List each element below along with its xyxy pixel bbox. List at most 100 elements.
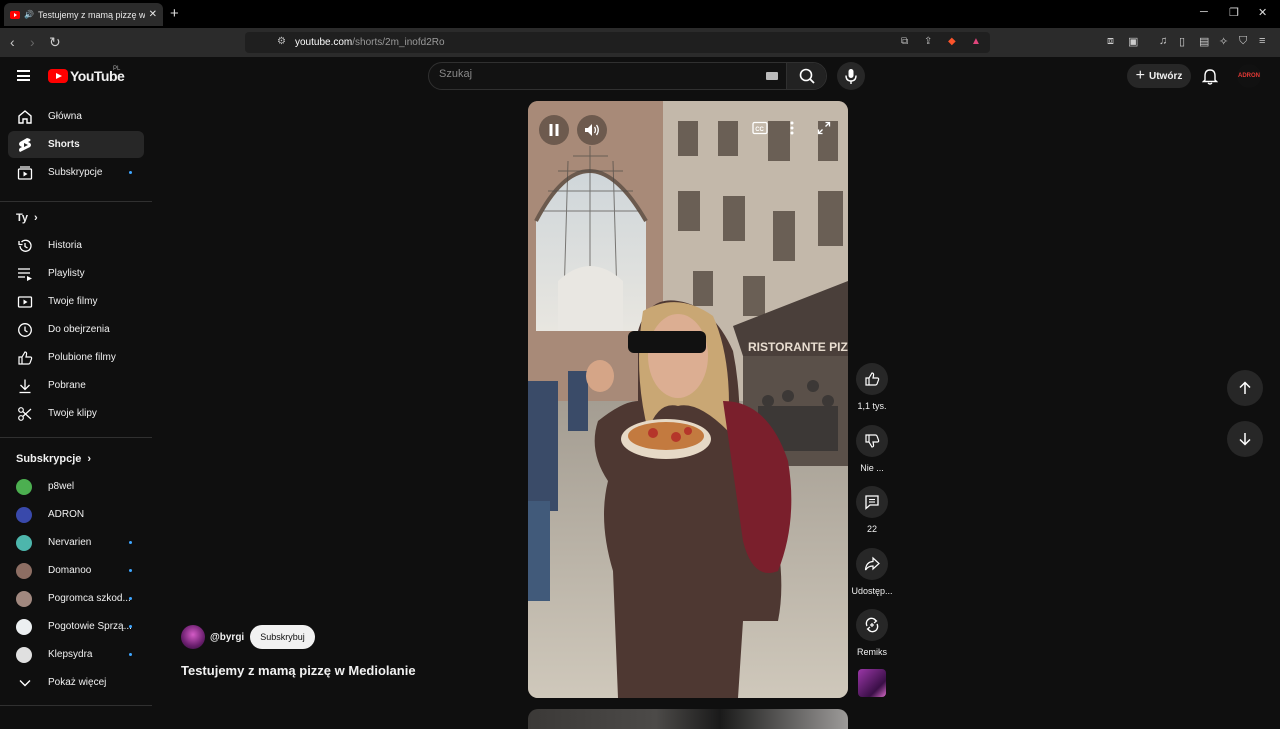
playlists-icon [16, 265, 34, 283]
video-title[interactable]: Testujemy z mamą pizzę w Mediolanie [181, 663, 416, 678]
voice-search-button[interactable] [837, 62, 865, 90]
keyboard-icon[interactable] [766, 72, 778, 80]
site-info-icon[interactable]: ⚙ [277, 36, 286, 47]
volume-button[interactable] [577, 115, 607, 145]
sidebar-item-shorts[interactable]: Shorts [8, 131, 144, 158]
country-code: PL [113, 66, 121, 72]
browser-tab[interactable]: 🔊 Testujemy z mamą pizzę w Me ✕ [4, 3, 163, 26]
sidebar-divider [0, 437, 152, 438]
leo-ai-icon[interactable]: ✧ [1219, 35, 1228, 48]
sidebar: Główna Shorts Subskrypcje Ty › Historia … [0, 95, 154, 720]
sidebar-item-watch-later[interactable]: Do obejrzenia [8, 316, 144, 343]
heading-label: Subskrypcje [16, 453, 82, 465]
share-button[interactable]: Udostęp... [849, 548, 895, 596]
more-options-icon[interactable] [789, 121, 795, 140]
brave-rewards-icon[interactable]: ▲ [971, 36, 981, 47]
tab-search-icon[interactable]: ▣ [1128, 35, 1138, 48]
channel-avatar [16, 506, 32, 523]
sidebar-item-label: p8wel [48, 481, 75, 492]
notifications-bell-icon[interactable] [1201, 68, 1219, 90]
previous-short-button[interactable] [1227, 370, 1263, 406]
sidebar-item-history[interactable]: Historia [8, 232, 144, 259]
channel-avatar [16, 618, 32, 635]
close-tab-icon[interactable]: ✕ [149, 9, 157, 20]
channel-avatar[interactable] [181, 625, 205, 649]
fullscreen-icon[interactable] [817, 121, 831, 140]
sidebar-heading-you[interactable]: Ty › [16, 212, 38, 224]
microphone-icon [845, 69, 857, 84]
share-label: Udostęp... [851, 586, 893, 596]
sidebar-sub-adron[interactable]: ADRON [8, 501, 144, 528]
speaker-icon[interactable]: 🔊 [24, 10, 34, 19]
svg-text:CC: CC [755, 127, 764, 133]
remix-button[interactable]: Remiks [849, 609, 895, 657]
youtube-header: YouTube PL + Utwórz ADRON [0, 57, 1280, 95]
sidebar-heading-subscriptions[interactable]: Subskrypcje › [16, 453, 91, 465]
browser-tab-bar: 🔊 Testujemy z mamą pizzę w Me ✕ + ─ ❐ ✕ [0, 0, 1280, 28]
brave-shield-icon[interactable]: ◆ [948, 36, 956, 47]
captions-icon[interactable]: CC [752, 121, 768, 140]
account-avatar[interactable]: ADRON [1237, 64, 1261, 88]
address-bar[interactable]: ⚙ youtube.com/shorts/2m_inofd2Ro ⧉ ⇪ ◆ ▲ [245, 32, 990, 53]
next-short-button[interactable] [1227, 421, 1263, 457]
hamburger-menu-icon[interactable] [17, 70, 30, 81]
sidebar-show-more[interactable]: Pokaż więcej [8, 669, 144, 696]
sidebar-sub-p8wel[interactable]: p8wel [8, 473, 144, 500]
sidebar-item-label: Pogromca szkod... [48, 593, 131, 604]
comment-icon [856, 486, 888, 518]
back-icon[interactable]: ‹ [10, 34, 15, 50]
subscribe-button[interactable]: Subskrybuj [250, 625, 315, 649]
sidebar-toggle-icon[interactable]: ▯ [1179, 35, 1185, 48]
sidebar-item-clips[interactable]: Twoje klipy [8, 400, 144, 427]
reload-icon[interactable]: ↻ [49, 34, 61, 51]
thumbs-down-icon [856, 425, 888, 457]
comments-button[interactable]: 22 [849, 486, 895, 534]
sidebar-item-playlists[interactable]: Playlisty [8, 260, 144, 287]
sidebar-sub-pogotowie[interactable]: Pogotowie Sprzą... [8, 613, 144, 640]
minimize-icon[interactable]: ─ [1200, 6, 1208, 18]
share-page-icon[interactable]: ⇪ [924, 36, 932, 47]
sidebar-sub-pogromca[interactable]: Pogromca szkod... [8, 585, 144, 612]
forward-icon[interactable]: › [30, 34, 35, 50]
channel-handle[interactable]: @byrgi [210, 632, 244, 643]
pause-button[interactable] [539, 115, 569, 145]
like-button[interactable]: 1,1 tys. [849, 363, 895, 411]
next-short-preview[interactable] [528, 709, 848, 729]
create-label: Utwórz [1149, 70, 1183, 82]
media-icon[interactable]: ♫ [1159, 35, 1167, 47]
search-icon [799, 68, 815, 84]
liked-icon [16, 349, 34, 367]
like-count: 1,1 tys. [857, 401, 887, 411]
browser-nav-bar: ‹ › ↻ ⌑ ⚙ youtube.com/shorts/2m_inofd2Ro… [0, 28, 1280, 57]
sidebar-item-liked[interactable]: Polubione filmy [8, 344, 144, 371]
open-in-app-icon[interactable]: ⧉ [901, 36, 908, 47]
channel-avatar [16, 478, 32, 495]
new-content-dot [129, 597, 132, 600]
sidebar-item-label: Domanoo [48, 565, 92, 576]
restore-icon[interactable]: ❐ [1229, 6, 1239, 19]
sidebar-item-label: Shorts [48, 139, 80, 150]
heading-label: Ty [16, 212, 29, 224]
youtube-logo[interactable]: YouTube PL [48, 66, 125, 84]
wallet-icon[interactable]: ▤ [1199, 35, 1209, 48]
sidebar-sub-nervarien[interactable]: Nervarien [8, 529, 144, 556]
vpn-icon[interactable]: ⛉ [1239, 35, 1247, 48]
sidebar-sub-domanoo[interactable]: Domanoo [8, 557, 144, 584]
sidebar-sub-klepsydra[interactable]: Klepsydra [8, 641, 144, 668]
sidebar-item-downloads[interactable]: Pobrane [8, 372, 144, 399]
shorts-video-player[interactable]: RISTORANTE PIZZ CC [528, 101, 848, 698]
close-window-icon[interactable]: ✕ [1258, 6, 1267, 19]
youtube-play-icon [48, 69, 68, 83]
dislike-button[interactable]: Nie ... [849, 425, 895, 473]
sidebar-item-subscriptions[interactable]: Subskrypcje [8, 159, 144, 186]
menu-icon[interactable]: ≡ [1259, 35, 1265, 47]
extensions-icon[interactable]: ⧈ [1107, 35, 1114, 48]
sidebar-item-your-videos[interactable]: Twoje filmy [8, 288, 144, 315]
sound-thumbnail[interactable] [858, 669, 886, 697]
new-tab-icon[interactable]: + [170, 5, 179, 22]
search-button[interactable] [786, 63, 826, 89]
create-button[interactable]: + Utwórz [1127, 64, 1191, 88]
new-content-dot [129, 541, 132, 544]
search-input[interactable] [439, 68, 759, 80]
sidebar-item-home[interactable]: Główna [8, 103, 144, 130]
